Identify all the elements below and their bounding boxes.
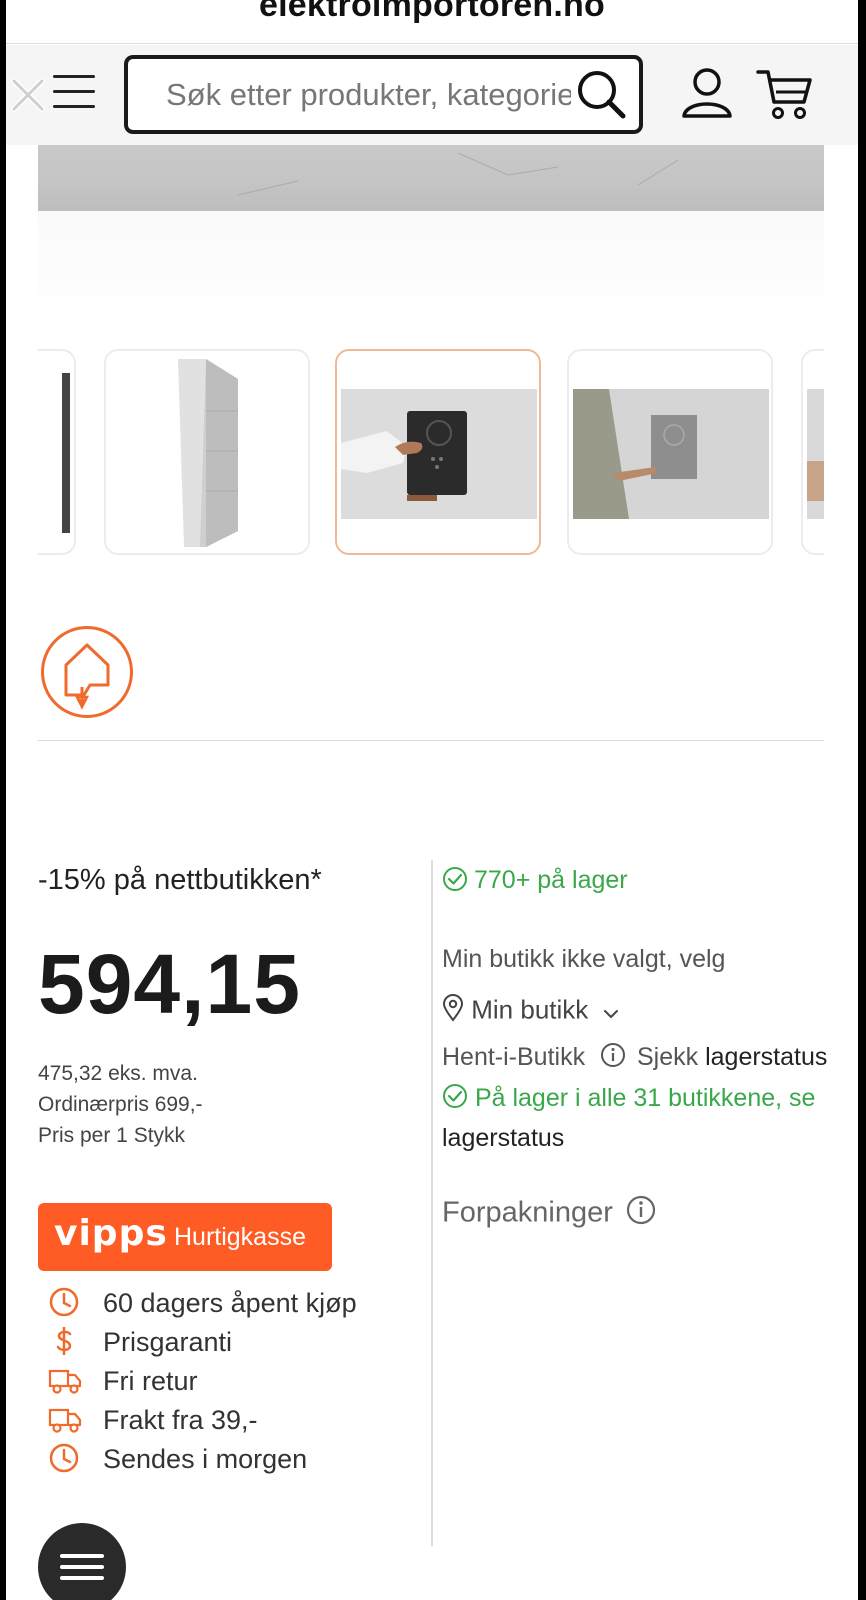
site-header — [6, 45, 858, 145]
unit-price: Pris per 1 Stykk — [38, 1124, 186, 1147]
regular-price: Ordinærpris 699,- — [38, 1093, 203, 1116]
image-fade — [38, 211, 824, 336]
check-circle-icon — [442, 866, 468, 899]
column-divider — [431, 860, 433, 1546]
online-stock-text: 770+ på lager — [474, 866, 628, 894]
search-box — [124, 55, 643, 134]
thumbnail-strip[interactable] — [38, 349, 824, 557]
dollar-icon — [48, 1325, 80, 1357]
search-icon[interactable] — [575, 68, 627, 125]
location-pin-icon — [442, 994, 464, 1029]
thumbnail-item[interactable] — [801, 349, 824, 555]
discount-note: -15% på nettbutikken* — [38, 864, 322, 896]
usp-text: 60 dagers åpent kjøp — [103, 1288, 357, 1318]
pickup-label: Hent-i-Butikk — [442, 1043, 586, 1072]
menu-icon[interactable] — [50, 71, 98, 115]
house-logo-icon — [41, 626, 133, 718]
section-divider — [38, 740, 824, 741]
usp-item: Frakt fra 39,- — [48, 1401, 408, 1440]
check-label: Sjekk — [637, 1043, 699, 1072]
packaging-label: Forpakninger — [442, 1196, 613, 1229]
thumbnail-item[interactable] — [567, 349, 773, 555]
usp-text: Prisgaranti — [103, 1327, 233, 1357]
cart-icon[interactable] — [756, 66, 814, 127]
shop-not-selected: Min butikk ikke valgt, velg — [442, 945, 726, 973]
search-input[interactable] — [166, 73, 571, 117]
usp-text: Frakt fra 39,- — [103, 1405, 258, 1435]
usp-list: 60 dagers åpent kjøp Prisgaranti Fri ret… — [48, 1284, 408, 1479]
close-icon[interactable] — [6, 71, 50, 117]
clock-icon — [48, 1286, 80, 1318]
usp-text: Fri retur — [103, 1366, 198, 1396]
my-shop-label: Min butikk — [471, 994, 589, 1025]
url-bar[interactable]: elektroimportoren.no — [6, 0, 858, 44]
thumbnail-item-selected[interactable] — [335, 349, 541, 555]
clock-icon — [48, 1442, 80, 1474]
page: elektroimportoren.no Søk etter produkter… — [6, 0, 858, 1600]
info-icon[interactable] — [625, 1194, 657, 1234]
user-icon[interactable] — [681, 66, 733, 125]
url-text: elektroimportoren.no — [259, 0, 605, 24]
product-price: 594,15 — [38, 937, 301, 1031]
vipps-express-checkout-button[interactable]: vipps Hurtigkasse — [38, 1203, 332, 1271]
vipps-logo: vipps — [54, 1213, 168, 1254]
all-stores-stock-link[interactable]: lagerstatus — [442, 1124, 564, 1153]
usp-item: Prisgaranti — [48, 1323, 408, 1362]
my-shop-selector[interactable]: Min butikk — [442, 994, 620, 1029]
check-circle-icon — [442, 1083, 468, 1116]
usp-item: Sendes i morgen — [48, 1440, 408, 1479]
usp-text: Sendes i morgen — [103, 1444, 308, 1474]
price-ex-vat: 475,32 eks. mva. — [38, 1062, 198, 1085]
chevron-down-icon — [602, 996, 620, 1027]
packaging-section[interactable]: Forpakninger — [442, 1194, 657, 1234]
usp-item: 60 dagers åpent kjøp — [48, 1284, 408, 1323]
info-icon[interactable] — [600, 1042, 626, 1075]
thumbnail-item[interactable] — [104, 349, 310, 555]
all-stores-status: På lager i alle 31 butikkene, se — [442, 1083, 815, 1116]
thumbnail-item[interactable] — [38, 349, 76, 555]
floating-menu-button[interactable] — [38, 1523, 126, 1600]
stock-status-link[interactable]: lagerstatus — [705, 1043, 827, 1071]
truck-icon — [48, 1403, 82, 1435]
vipps-button-label: Hurtigkasse — [174, 1223, 306, 1251]
all-stores-text: På lager i alle 31 butikkene, se — [474, 1084, 816, 1113]
truck-icon — [48, 1364, 82, 1396]
price-details: 475,32 eks. mva. Ordinærpris 699,- Pris … — [38, 1058, 203, 1151]
product-main-image — [38, 145, 824, 211]
pickup-in-store: Hent-i-Butikk Sjekk lagerstatus — [442, 1042, 827, 1075]
usp-item: Fri retur — [48, 1362, 408, 1401]
